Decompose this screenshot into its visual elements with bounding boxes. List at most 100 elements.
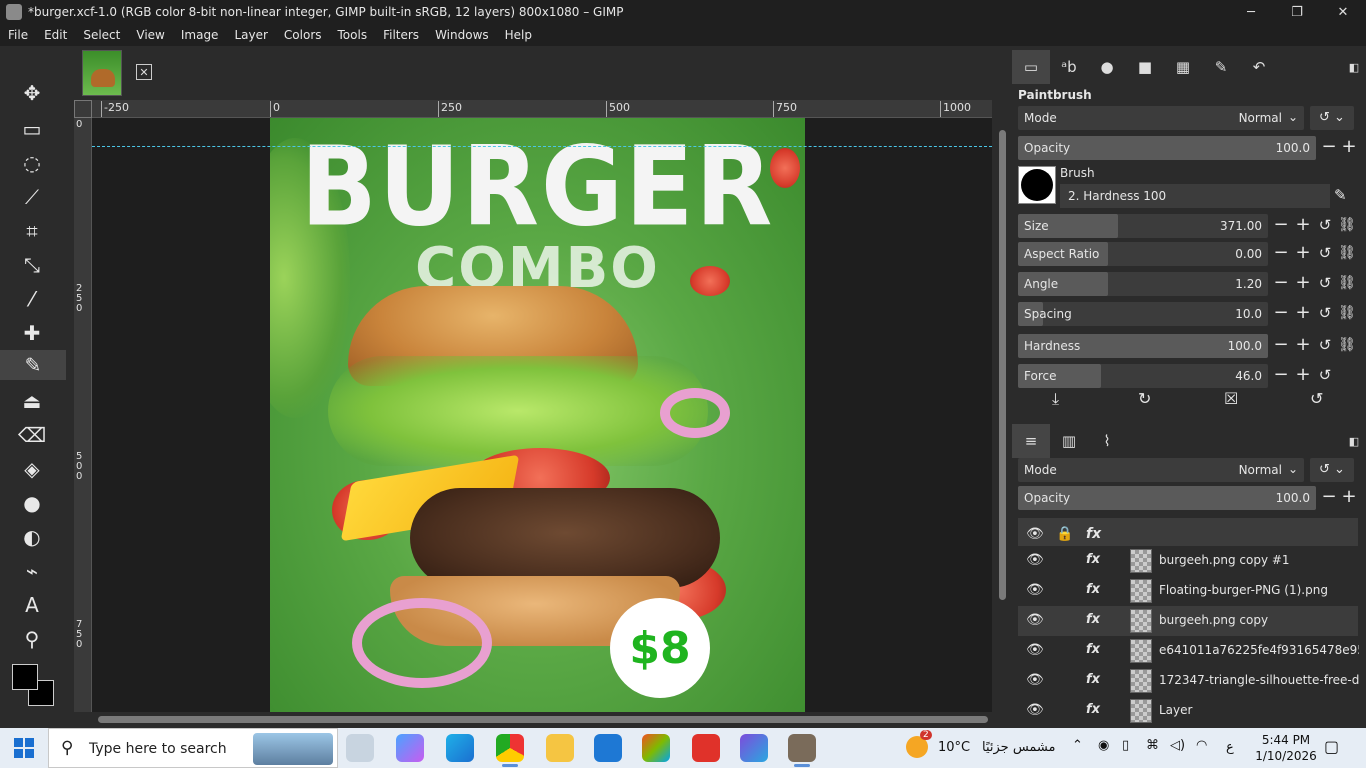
- horizontal-scrollbar[interactable]: [92, 712, 992, 726]
- brush-name[interactable]: 2. Hardness 100: [1060, 184, 1330, 208]
- windows-start-icon[interactable]: [14, 738, 34, 758]
- reset-icon[interactable]: ↺: [1316, 366, 1334, 386]
- layer-name[interactable]: Layer: [1159, 703, 1359, 717]
- slider-angle[interactable]: Angle 1.20: [1018, 272, 1268, 296]
- image-thumbnail[interactable]: [82, 50, 122, 96]
- foreground-color[interactable]: [12, 664, 38, 690]
- restore-preset-icon[interactable]: ↻: [1138, 389, 1151, 408]
- network-icon[interactable]: ⌘: [1146, 738, 1159, 753]
- eraser-icon[interactable]: ⌫: [14, 420, 50, 450]
- brush-preview[interactable]: [1018, 166, 1056, 204]
- app-icon[interactable]: [740, 734, 768, 762]
- horizontal-guide[interactable]: [92, 146, 992, 147]
- plus-icon[interactable]: +: [1294, 274, 1312, 294]
- configure-tab-icon[interactable]: ◧: [1342, 424, 1366, 458]
- reset-icon[interactable]: ↺: [1316, 336, 1334, 356]
- slider-force[interactable]: Force 46.0: [1018, 364, 1268, 388]
- link-icon[interactable]: ⛓: [1338, 304, 1356, 324]
- layer-row[interactable]: 👁 fx e641011a76225fe4f93165478e952f82.jpg: [1018, 636, 1359, 666]
- notifications-icon[interactable]: ▢: [1324, 737, 1339, 756]
- taskbar-search[interactable]: ⚲ Type here to search: [48, 728, 338, 768]
- visibility-eye-icon[interactable]: 👁: [1026, 642, 1044, 658]
- paintbrush-icon[interactable]: ✎: [0, 350, 66, 380]
- save-preset-icon[interactable]: ⤓: [1052, 389, 1059, 409]
- lock-header-icon[interactable]: 🔒: [1056, 526, 1073, 542]
- menu-filters[interactable]: Filters: [375, 28, 427, 42]
- close-button[interactable]: ✕: [1320, 0, 1366, 24]
- visibility-eye-icon[interactable]: 👁: [1026, 702, 1044, 718]
- effects-icon[interactable]: fx: [1086, 702, 1100, 717]
- dodge-icon[interactable]: ◐: [14, 522, 50, 552]
- wps-icon[interactable]: [692, 734, 720, 762]
- poster-image[interactable]: BURGER COMBO $8: [270, 118, 805, 712]
- effects-icon[interactable]: fx: [1086, 672, 1100, 687]
- menu-edit[interactable]: Edit: [36, 28, 75, 42]
- reset-options-icon[interactable]: ↺: [1310, 389, 1323, 408]
- opacity-slider[interactable]: Opacity 100.0: [1018, 136, 1316, 160]
- volume-icon[interactable]: ◁): [1170, 738, 1185, 753]
- layer-name[interactable]: e641011a76225fe4f93165478e952f82.jpg: [1159, 643, 1359, 657]
- horizontal-ruler[interactable]: -250 0 250 500 750 1000: [92, 100, 992, 118]
- layer-row[interactable]: 👁 fx burgeeh.png copy #1: [1018, 546, 1358, 576]
- configure-tab-icon[interactable]: ◧: [1342, 50, 1366, 84]
- layer-mode-select[interactable]: Mode Normal ⌄: [1018, 458, 1304, 482]
- visibility-eye-icon[interactable]: 👁: [1026, 672, 1044, 688]
- close-tab-icon[interactable]: ✕: [136, 64, 152, 80]
- minimize-button[interactable]: ─: [1228, 0, 1274, 24]
- minus-icon[interactable]: −: [1272, 304, 1290, 324]
- bucket-fill-icon[interactable]: ◈: [14, 454, 50, 484]
- edit-brush-icon[interactable]: ✎: [1334, 186, 1347, 204]
- gimp-taskbar-icon[interactable]: [788, 734, 816, 767]
- toolbox-sash[interactable]: [66, 46, 74, 726]
- slider-hardness[interactable]: Hardness 100.0: [1018, 334, 1268, 358]
- color-picker-icon[interactable]: ⁄: [14, 284, 50, 314]
- mode-select[interactable]: Mode Normal ⌄: [1018, 106, 1304, 130]
- effects-header-icon[interactable]: fx: [1086, 526, 1101, 542]
- crop-icon[interactable]: ⌗: [14, 216, 50, 246]
- battery-icon[interactable]: ▯: [1122, 738, 1129, 753]
- reset-icon[interactable]: ↺: [1316, 274, 1334, 294]
- brushes-tab-icon[interactable]: ●: [1088, 50, 1126, 84]
- slider-spacing[interactable]: Spacing 10.0: [1018, 302, 1268, 326]
- fonts-tab-icon[interactable]: ᵃb: [1050, 50, 1088, 84]
- text-icon[interactable]: A: [14, 590, 50, 620]
- layers-tab-icon[interactable]: ≡: [1012, 424, 1050, 458]
- menu-tools[interactable]: Tools: [330, 28, 376, 42]
- menu-view[interactable]: View: [128, 28, 172, 42]
- task-view-icon[interactable]: [346, 734, 374, 762]
- reset-icon[interactable]: ↺: [1316, 244, 1334, 264]
- edge-icon[interactable]: [446, 734, 474, 762]
- move-tool-icon[interactable]: ✥: [14, 78, 50, 108]
- visibility-header-icon[interactable]: 👁: [1026, 526, 1044, 542]
- undo-history-tab-icon[interactable]: ↶: [1240, 50, 1278, 84]
- vertical-scrollbar[interactable]: [992, 118, 1012, 712]
- layer-row[interactable]: 👁 fx Floating-burger-PNG (1).png: [1018, 576, 1358, 606]
- plus-icon[interactable]: +: [1340, 138, 1358, 158]
- menu-windows[interactable]: Windows: [427, 28, 497, 42]
- delete-preset-icon[interactable]: ☒: [1224, 389, 1238, 408]
- plus-icon[interactable]: +: [1294, 336, 1312, 356]
- effects-icon[interactable]: fx: [1086, 552, 1100, 567]
- weather-temp[interactable]: 10°C: [938, 740, 970, 755]
- effects-icon[interactable]: fx: [1086, 612, 1100, 627]
- minus-icon[interactable]: −: [1272, 244, 1290, 264]
- visibility-eye-icon[interactable]: 👁: [1026, 552, 1044, 568]
- tool-options-tab-icon[interactable]: ▭: [1012, 50, 1050, 84]
- image-canvas[interactable]: BURGER COMBO $8: [92, 118, 992, 712]
- ruler-corner[interactable]: [74, 100, 92, 118]
- menu-help[interactable]: Help: [497, 28, 540, 42]
- clone-icon[interactable]: ⏏: [14, 386, 50, 416]
- vertical-ruler[interactable]: 0 2 5 0 5 0 0 7 5 0: [74, 118, 92, 712]
- effects-icon[interactable]: fx: [1086, 642, 1100, 657]
- paint-dynamics-tab-icon[interactable]: ✎: [1202, 50, 1240, 84]
- paths-tab-icon[interactable]: ⌇: [1088, 424, 1126, 458]
- menu-file[interactable]: File: [0, 28, 36, 42]
- minus-icon[interactable]: −: [1320, 138, 1338, 158]
- menu-select[interactable]: Select: [75, 28, 128, 42]
- heal-icon[interactable]: ✚: [14, 318, 50, 348]
- slider-aspect-ratio[interactable]: Aspect Ratio 0.00: [1018, 242, 1268, 266]
- wifi-icon[interactable]: ◠: [1196, 738, 1207, 753]
- patterns-tab-icon[interactable]: ■: [1126, 50, 1164, 84]
- layer-name[interactable]: burgeeh.png copy #1: [1159, 553, 1359, 567]
- effects-icon[interactable]: fx: [1086, 582, 1100, 597]
